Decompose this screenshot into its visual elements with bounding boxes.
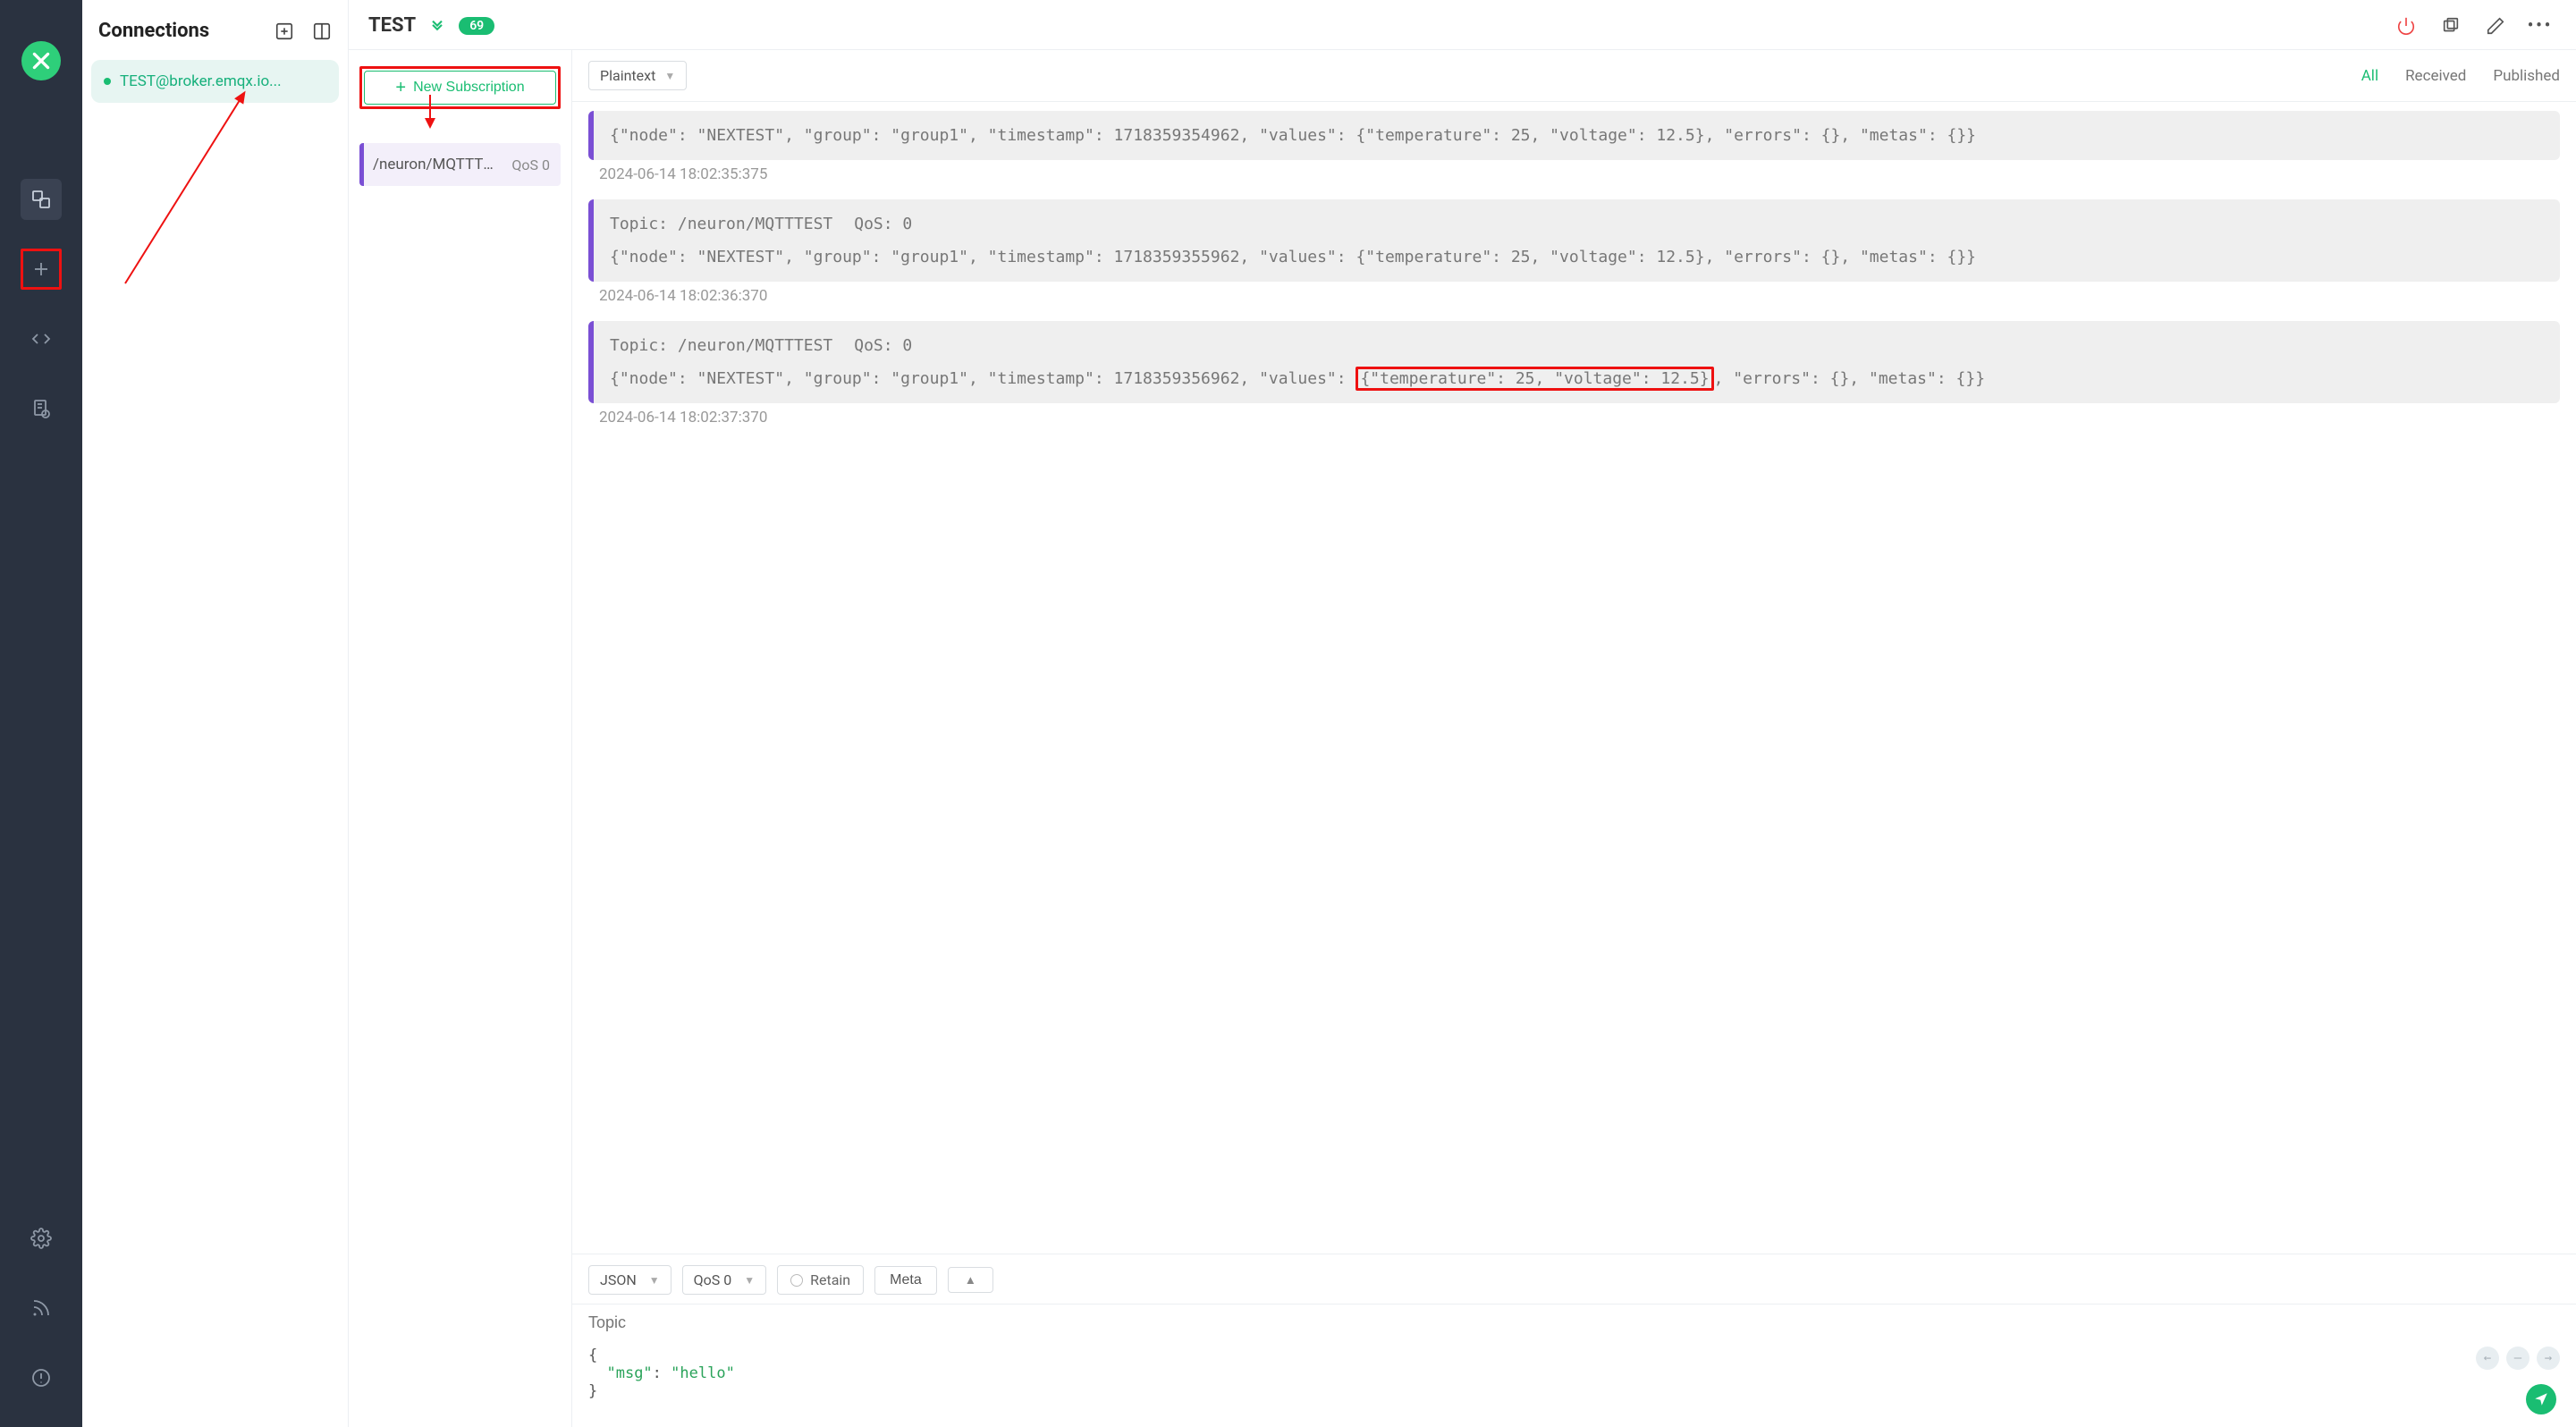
connection-name: TEST@broker.emqx.io... (120, 72, 282, 90)
history-bar: ← — → (2476, 1347, 2560, 1370)
disconnect-icon[interactable] (2395, 15, 2417, 37)
history-clear-icon[interactable]: — (2506, 1347, 2530, 1370)
radio-icon (790, 1274, 803, 1287)
tab-published[interactable]: Published (2493, 67, 2560, 85)
add-connection-icon[interactable] (274, 21, 294, 41)
subscription-qos: QoS 0 (511, 156, 550, 173)
qos-select[interactable]: QoS 0 ▼ (682, 1265, 766, 1295)
message-qos: QoS: 0 (854, 334, 912, 358)
new-subscription-label: New Subscription (413, 80, 525, 96)
message-card: Topic: /neuron/MQTTTEST QoS: 0 {"node": … (588, 321, 2560, 403)
messages-column: Plaintext ▼ All Received Published {"nod… (572, 50, 2576, 1427)
app-logo (21, 41, 61, 80)
message-qos: QoS: 0 (854, 212, 912, 236)
messages-toolbar: Plaintext ▼ All Received Published (572, 50, 2576, 102)
message-body: {"node": "NEXTEST", "group": "group1", "… (610, 245, 2544, 269)
main-area: TEST 69 ••• + New Subscript (349, 0, 2576, 1427)
publish-panel: JSON ▼ QoS 0 ▼ Retain Meta ▲ (572, 1254, 2576, 1427)
message-topic: Topic: /neuron/MQTTTEST (610, 212, 832, 236)
chevron-down-icon[interactable] (428, 15, 446, 37)
format-select-value: Plaintext (600, 67, 655, 84)
history-prev-icon[interactable]: ← (2476, 1347, 2499, 1370)
message-body: {"node": "NEXTEST", "group": "group1", "… (610, 123, 2544, 148)
tab-received[interactable]: Received (2405, 67, 2466, 85)
message-timestamp: 2024-06-14 18:02:37:370 (599, 409, 2560, 426)
window-icon[interactable] (2440, 15, 2462, 37)
chevron-down-icon: ▼ (664, 70, 675, 82)
nav-help-icon[interactable] (21, 1357, 62, 1398)
payload-format-value: JSON (600, 1271, 637, 1288)
message-count-badge: 69 (459, 17, 494, 35)
main-header: TEST 69 ••• (349, 0, 2576, 49)
connections-title: Connections (98, 20, 209, 42)
qos-value: QoS 0 (694, 1271, 732, 1288)
nav-logs-icon[interactable] (21, 388, 62, 429)
chevron-down-icon: ▼ (744, 1274, 755, 1287)
subscription-item[interactable]: /neuron/MQTTTE... QoS 0 (359, 143, 561, 186)
more-icon[interactable]: ••• (2530, 15, 2551, 37)
connection-status-dot (104, 78, 111, 85)
payload-editor[interactable]: ← — → { "msg": "hello" } (572, 1341, 2576, 1427)
topic-input[interactable] (572, 1304, 2576, 1341)
history-next-icon[interactable]: → (2537, 1347, 2560, 1370)
send-button[interactable] (2526, 1384, 2556, 1414)
message-card: {"node": "NEXTEST", "group": "group1", "… (588, 111, 2560, 160)
message-timestamp: 2024-06-14 18:02:36:370 (599, 287, 2560, 305)
send-icon (2533, 1391, 2549, 1407)
connection-item[interactable]: TEST@broker.emqx.io... (91, 60, 339, 103)
page-title: TEST (368, 14, 416, 37)
message-list[interactable]: {"node": "NEXTEST", "group": "group1", "… (572, 102, 2576, 1254)
connections-panel: Connections TEST@broker.emqx.io... (82, 0, 349, 1427)
format-select[interactable]: Plaintext ▼ (588, 61, 687, 90)
payload-format-select[interactable]: JSON ▼ (588, 1265, 671, 1295)
logo-icon (30, 49, 53, 72)
nav-rail (0, 0, 82, 1427)
retain-toggle[interactable]: Retain (777, 1265, 864, 1295)
chevron-up-icon: ▲ (965, 1273, 976, 1287)
message-filter-tabs: All Received Published (2361, 67, 2560, 85)
annotation-highlight-box: {"temperature": 25, "voltage": 12.5} (1356, 367, 1713, 391)
annotation-arrow (124, 131, 221, 284)
message-topic: Topic: /neuron/MQTTTEST (610, 334, 832, 358)
subscriptions-panel: + New Subscription /neuron/MQTTTE... QoS… (349, 50, 572, 1427)
nav-new-connection-icon[interactable] (21, 249, 62, 290)
retain-label: Retain (810, 1271, 850, 1288)
collapse-button[interactable]: ▲ (948, 1267, 993, 1293)
message-card: Topic: /neuron/MQTTTEST QoS: 0 {"node": … (588, 199, 2560, 282)
tab-all[interactable]: All (2361, 67, 2378, 85)
annotation-highlight-box: + New Subscription (359, 66, 561, 109)
chevron-down-icon: ▼ (649, 1274, 660, 1287)
new-subscription-button[interactable]: + New Subscription (364, 71, 556, 105)
subscription-topic: /neuron/MQTTTE... (373, 156, 498, 173)
toggle-panel-icon[interactable] (312, 21, 332, 41)
nav-scripts-icon[interactable] (21, 318, 62, 359)
nav-settings-icon[interactable] (21, 1218, 62, 1259)
message-body: {"node": "NEXTEST", "group": "group1", "… (610, 367, 2544, 391)
edit-icon[interactable] (2485, 15, 2506, 37)
plus-icon: + (395, 79, 406, 97)
nav-connections-icon[interactable] (21, 179, 62, 220)
meta-button[interactable]: Meta (874, 1266, 937, 1295)
message-timestamp: 2024-06-14 18:02:35:375 (599, 165, 2560, 183)
nav-feed-icon[interactable] (21, 1288, 62, 1329)
connections-header: Connections (91, 13, 339, 55)
